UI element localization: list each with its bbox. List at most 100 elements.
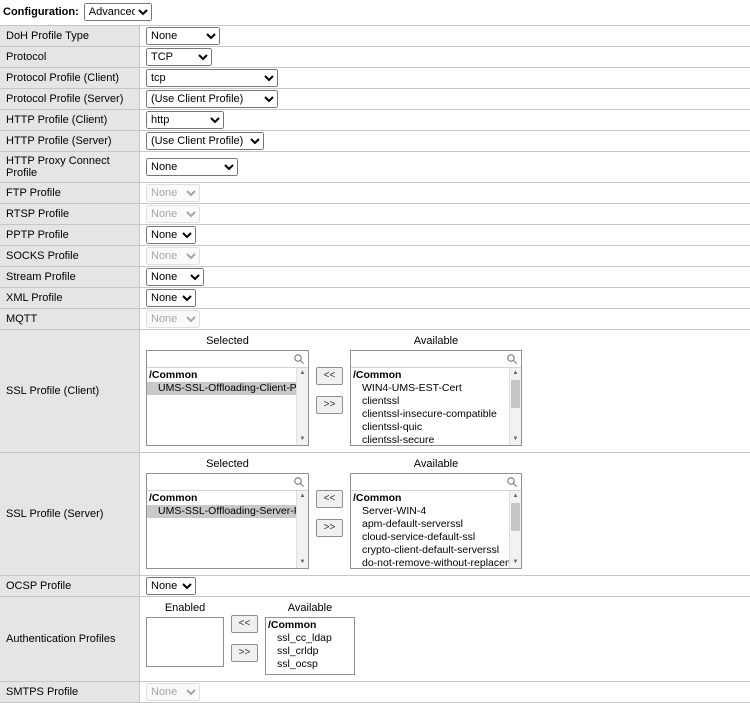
rtsp-profile-value: None — [140, 204, 750, 224]
xml-profile-select[interactable]: None — [146, 289, 196, 307]
ftp-profile-value: None — [140, 183, 750, 203]
configuration-label: Configuration: — [3, 6, 79, 18]
smtps-profile-value: None — [140, 682, 750, 702]
scroll-track[interactable] — [510, 379, 521, 434]
auth-available-listbox: /Common ssl_cc_ldap ssl_crldp ssl_ocsp — [265, 617, 355, 675]
scrollbar[interactable]: ▲ ▼ — [509, 368, 521, 445]
folder-label: /Common — [147, 369, 296, 382]
ssl-client-selected-list: /Common UMS-SSL-Offloading-Client-Profil… — [147, 368, 308, 445]
ssl-profile-client-label: SSL Profile (Client) — [0, 330, 140, 452]
move-left-button[interactable]: << — [316, 367, 343, 385]
http-profile-client-select[interactable]: http — [146, 111, 224, 129]
scrollbar[interactable]: ▲ ▼ — [296, 491, 308, 568]
rtsp-profile-select: None — [146, 205, 200, 223]
pptp-profile-label: PPTP Profile — [0, 225, 140, 245]
protocol-profile-client-select[interactable]: tcp — [146, 69, 278, 87]
ocsp-profile-value: None — [140, 576, 750, 596]
doh-profile-type-select[interactable]: None — [146, 27, 220, 45]
mqtt-label: MQTT — [0, 309, 140, 329]
scroll-up-icon[interactable]: ▲ — [297, 491, 308, 502]
ssl-profile-client-value: Selected /Common UMS-SSL-Offloading-Clie… — [140, 330, 750, 452]
ssl-server-selected-listbox: /Common UMS-SSL-Offloading-Server-Profil… — [146, 473, 309, 569]
scrollbar[interactable]: ▲ ▼ — [296, 368, 308, 445]
ssl-client-available-listbox: /Common WIN4-UMS-EST-Cert clientssl clie… — [350, 350, 522, 446]
row-authentication-profiles: Authentication Profiles Enabled << >> Av… — [0, 597, 750, 682]
list-item[interactable]: clientssl — [351, 395, 509, 408]
move-right-button[interactable]: >> — [316, 519, 343, 537]
scroll-track[interactable] — [297, 502, 308, 557]
row-rtsp-profile: RTSP Profile None — [0, 204, 750, 225]
scroll-up-icon[interactable]: ▲ — [510, 368, 521, 379]
scroll-thumb[interactable] — [511, 503, 520, 531]
list-item[interactable]: UMS-SSL-Offloading-Client-Profile — [147, 382, 296, 395]
scroll-track[interactable] — [297, 379, 308, 434]
move-left-button[interactable]: << — [231, 615, 258, 633]
ssl-client-available-search-input[interactable] — [353, 352, 506, 366]
list-item[interactable]: ssl_cc_ldap — [266, 632, 354, 645]
protocol-select[interactable]: TCP — [146, 48, 212, 66]
list-item[interactable]: cloud-service-default-ssl — [351, 531, 509, 544]
protocol-profile-client-value: tcp — [140, 68, 750, 88]
ssl-client-selected-search-input[interactable] — [149, 352, 293, 366]
move-right-button[interactable]: >> — [231, 644, 258, 662]
row-http-profile-client: HTTP Profile (Client) http — [0, 110, 750, 131]
move-right-button[interactable]: >> — [316, 396, 343, 414]
scroll-down-icon[interactable]: ▼ — [510, 557, 521, 568]
auth-enabled-header: Enabled — [146, 601, 224, 617]
list-item[interactable]: do-not-remove-without-replacement — [351, 557, 509, 568]
scroll-up-icon[interactable]: ▲ — [297, 368, 308, 379]
list-item[interactable]: UMS-SSL-Offloading-Server-Profile — [147, 505, 296, 518]
ssl-server-available-searchrow — [351, 474, 521, 491]
folder-label: /Common — [147, 492, 296, 505]
ftp-profile-label: FTP Profile — [0, 183, 140, 203]
list-item[interactable]: Server-WIN-4 — [351, 505, 509, 518]
ftp-profile-select: None — [146, 184, 200, 202]
http-proxy-connect-profile-select[interactable]: None — [146, 158, 238, 176]
list-item[interactable]: WIN4-UMS-EST-Cert — [351, 382, 509, 395]
configuration-select[interactable]: Advanced — [84, 3, 152, 21]
stream-profile-select[interactable]: None — [146, 268, 204, 286]
row-doh-profile-type: DoH Profile Type None — [0, 26, 750, 47]
list-item[interactable]: crypto-client-default-serverssl — [351, 544, 509, 557]
list-item[interactable]: clientssl-secure — [351, 434, 509, 445]
move-left-button[interactable]: << — [316, 490, 343, 508]
list-item[interactable]: ssl_ocsp — [266, 658, 354, 671]
ssl-client-available-searchrow — [351, 351, 521, 368]
scroll-down-icon[interactable]: ▼ — [297, 434, 308, 445]
rtsp-profile-label: RTSP Profile — [0, 204, 140, 224]
auth-enabled-listbox[interactable] — [146, 617, 224, 667]
ssl-server-available-listbox: /Common Server-WIN-4 apm-default-servers… — [350, 473, 522, 569]
row-http-profile-server: HTTP Profile (Server) (Use Client Profil… — [0, 131, 750, 152]
http-profile-server-label: HTTP Profile (Server) — [0, 131, 140, 151]
scroll-up-icon[interactable]: ▲ — [510, 491, 521, 502]
ssl-server-selected-search-input[interactable] — [149, 475, 293, 489]
protocol-profile-server-select[interactable]: (Use Client Profile) — [146, 90, 278, 108]
row-protocol-profile-server: Protocol Profile (Server) (Use Client Pr… — [0, 89, 750, 110]
search-icon — [293, 476, 305, 488]
ssl-server-selected-header: Selected — [146, 457, 309, 473]
scroll-down-icon[interactable]: ▼ — [297, 557, 308, 568]
scroll-down-icon[interactable]: ▼ — [510, 434, 521, 445]
scroll-track[interactable] — [510, 502, 521, 557]
ssl-client-selected-listbox: /Common UMS-SSL-Offloading-Client-Profil… — [146, 350, 309, 446]
ocsp-profile-select[interactable]: None — [146, 577, 196, 595]
http-profile-server-select[interactable]: (Use Client Profile) — [146, 132, 264, 150]
configuration-bar: Configuration: Advanced — [0, 0, 750, 25]
list-item[interactable]: ssl_crldp — [266, 645, 354, 658]
list-item[interactable]: clientssl-insecure-compatible — [351, 408, 509, 421]
row-ssl-profile-server: SSL Profile (Server) Selected — [0, 453, 750, 576]
pptp-profile-select[interactable]: None — [146, 226, 196, 244]
row-mqtt: MQTT None — [0, 309, 750, 330]
folder-label: /Common — [266, 619, 354, 632]
ssl-client-available-list: /Common WIN4-UMS-EST-Cert clientssl clie… — [351, 368, 521, 445]
configuration-table: DoH Profile Type None Protocol TCP Proto… — [0, 25, 750, 703]
auth-available-column: Available /Common ssl_cc_ldap ssl_crldp … — [265, 601, 355, 675]
list-item[interactable]: apm-default-serverssl — [351, 518, 509, 531]
list-item[interactable]: clientssl-quic — [351, 421, 509, 434]
ssl-client-dual-list: Selected /Common UMS-SSL-Offloading-Clie… — [146, 331, 522, 451]
socks-profile-label: SOCKS Profile — [0, 246, 140, 266]
protocol-profile-server-label: Protocol Profile (Server) — [0, 89, 140, 109]
scroll-thumb[interactable] — [511, 380, 520, 408]
scrollbar[interactable]: ▲ ▼ — [509, 491, 521, 568]
ssl-server-available-search-input[interactable] — [353, 475, 506, 489]
